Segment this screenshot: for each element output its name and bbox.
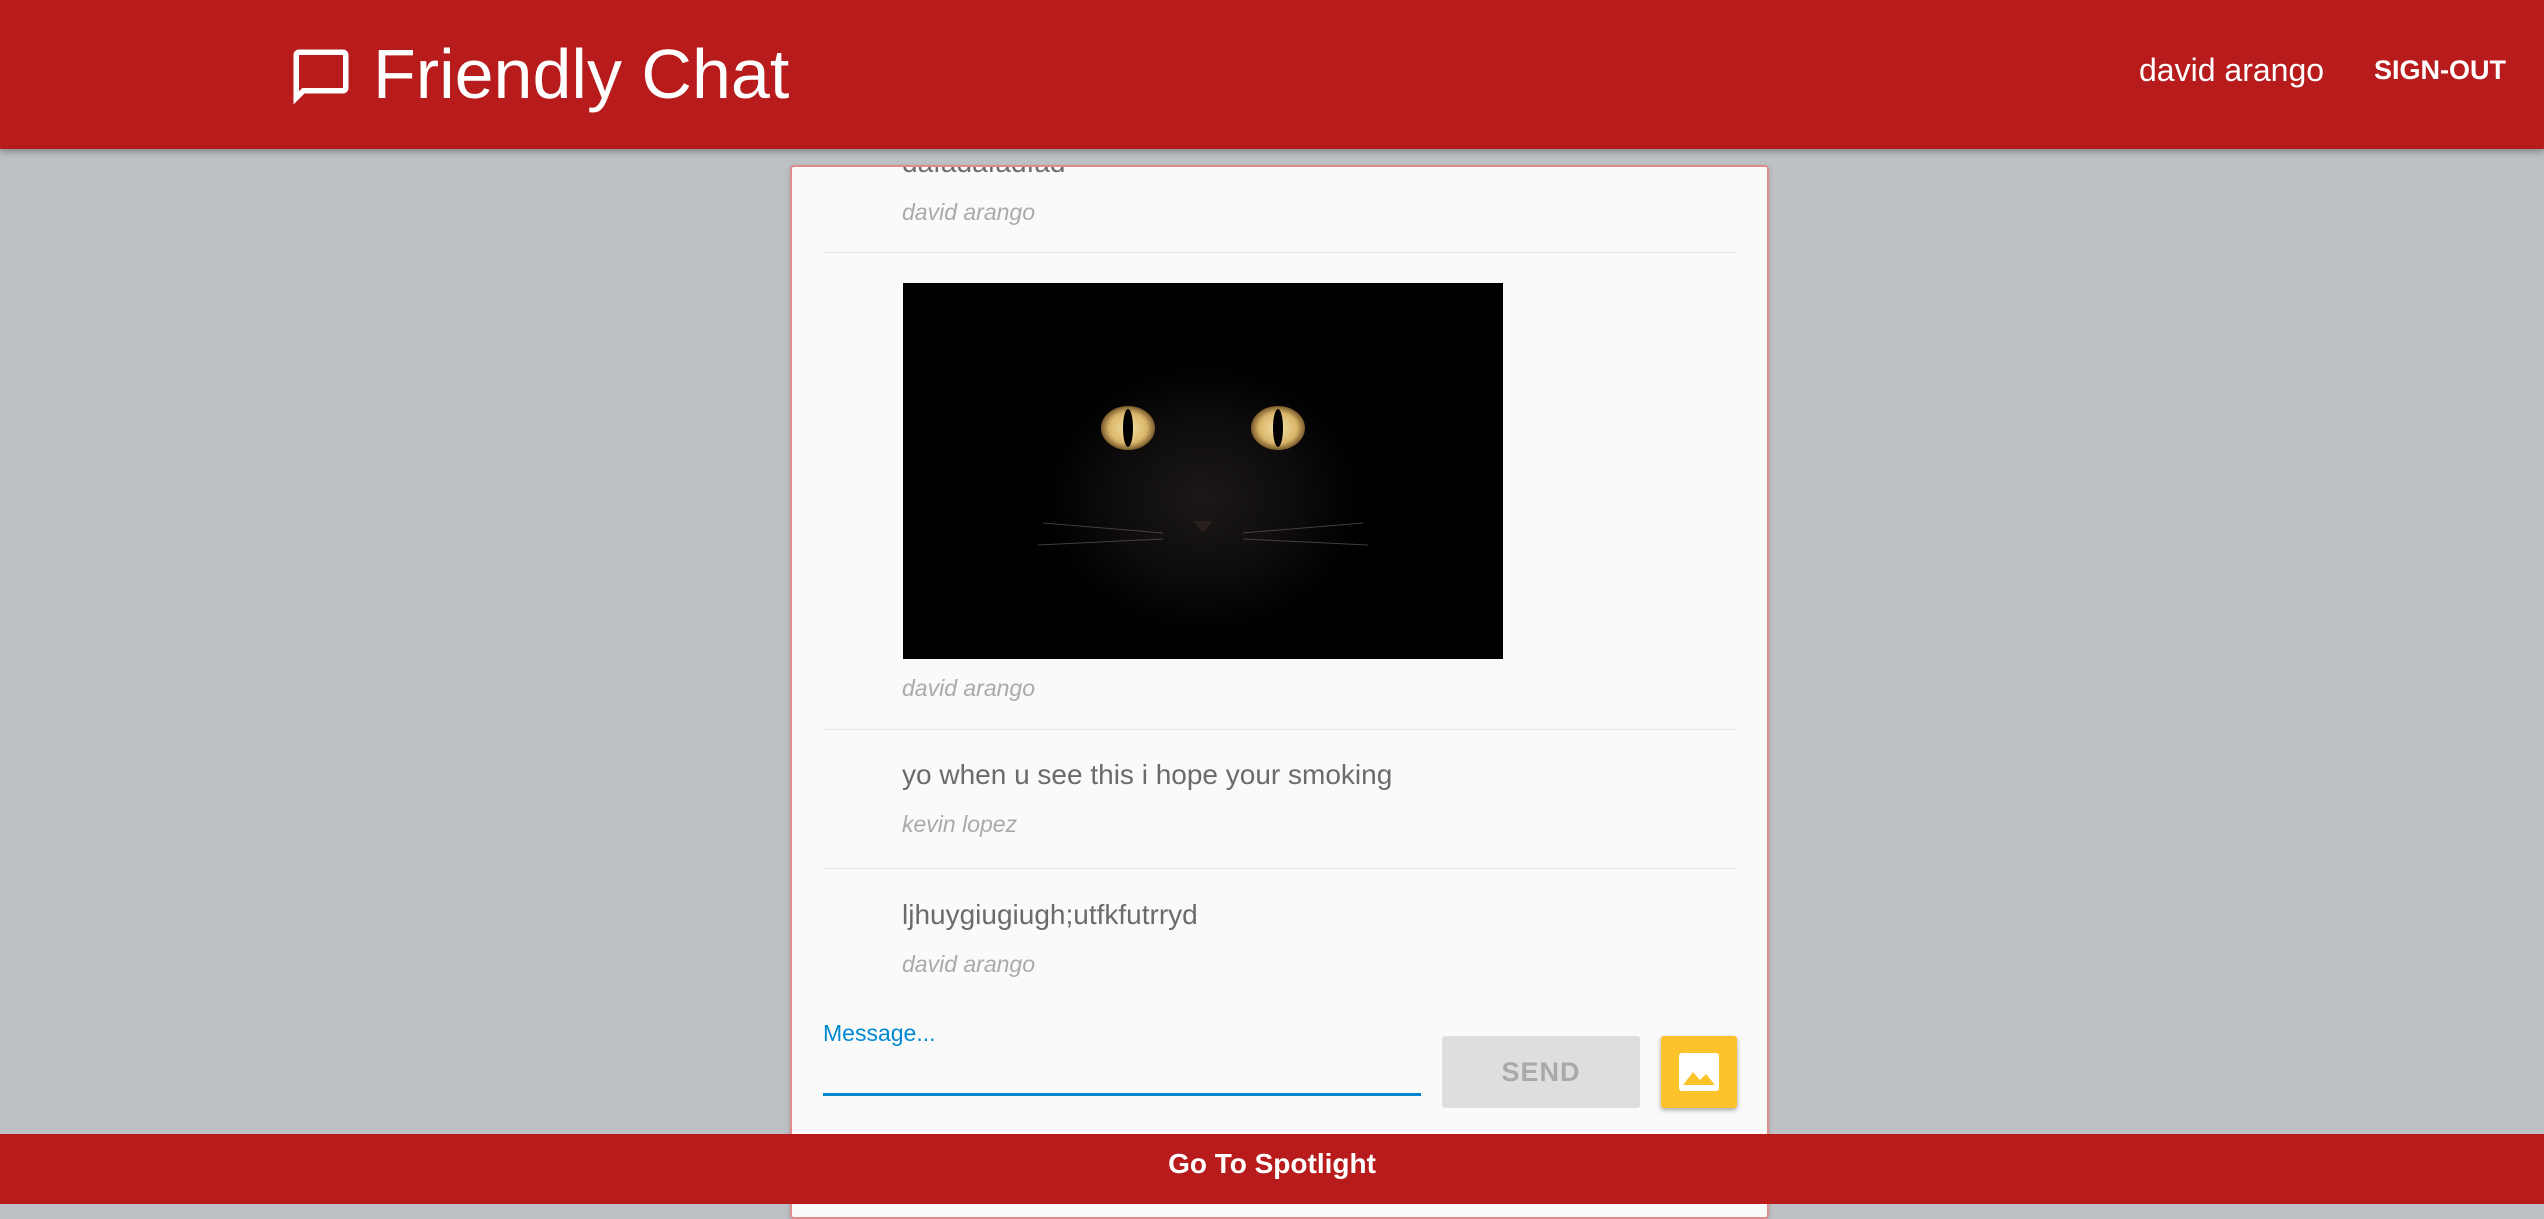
message-author: david arango [902, 199, 1035, 225]
message-author: david arango [902, 951, 1035, 977]
app-title: Friendly Chat [373, 35, 790, 113]
message-author: david arango [902, 675, 1035, 701]
upload-image-button[interactable] [1661, 1036, 1737, 1108]
go-to-spotlight-link[interactable]: Go To Spotlight [0, 1134, 2544, 1204]
message-input[interactable] [823, 1047, 1421, 1096]
message-author: kevin lopez [902, 811, 1018, 837]
message-divider [823, 729, 1735, 730]
message-text: yo when u see this i hope your smoking [902, 759, 1393, 790]
message-divider [823, 252, 1735, 253]
send-button[interactable]: SEND [1442, 1036, 1640, 1108]
image-icon [1679, 1053, 1719, 1091]
message-text: ljhuygiugiugh;utfkfutrryd [902, 899, 1198, 930]
sign-out-button[interactable]: SIGN-OUT [2374, 51, 2506, 89]
chat-bubble-icon [293, 49, 349, 105]
messages-card: dafadafadfad david arango [790, 165, 1769, 1219]
message-image[interactable] [903, 283, 1503, 659]
message-divider [823, 868, 1735, 869]
message-label: Message... [823, 1020, 936, 1046]
app-header: Friendly Chat david arango SIGN-OUT [0, 0, 2544, 149]
message-text: dafadafadfad [902, 167, 1066, 181]
footer-bar: Go To Spotlight [0, 1134, 2544, 1204]
user-name: david arango [2139, 52, 2325, 88]
